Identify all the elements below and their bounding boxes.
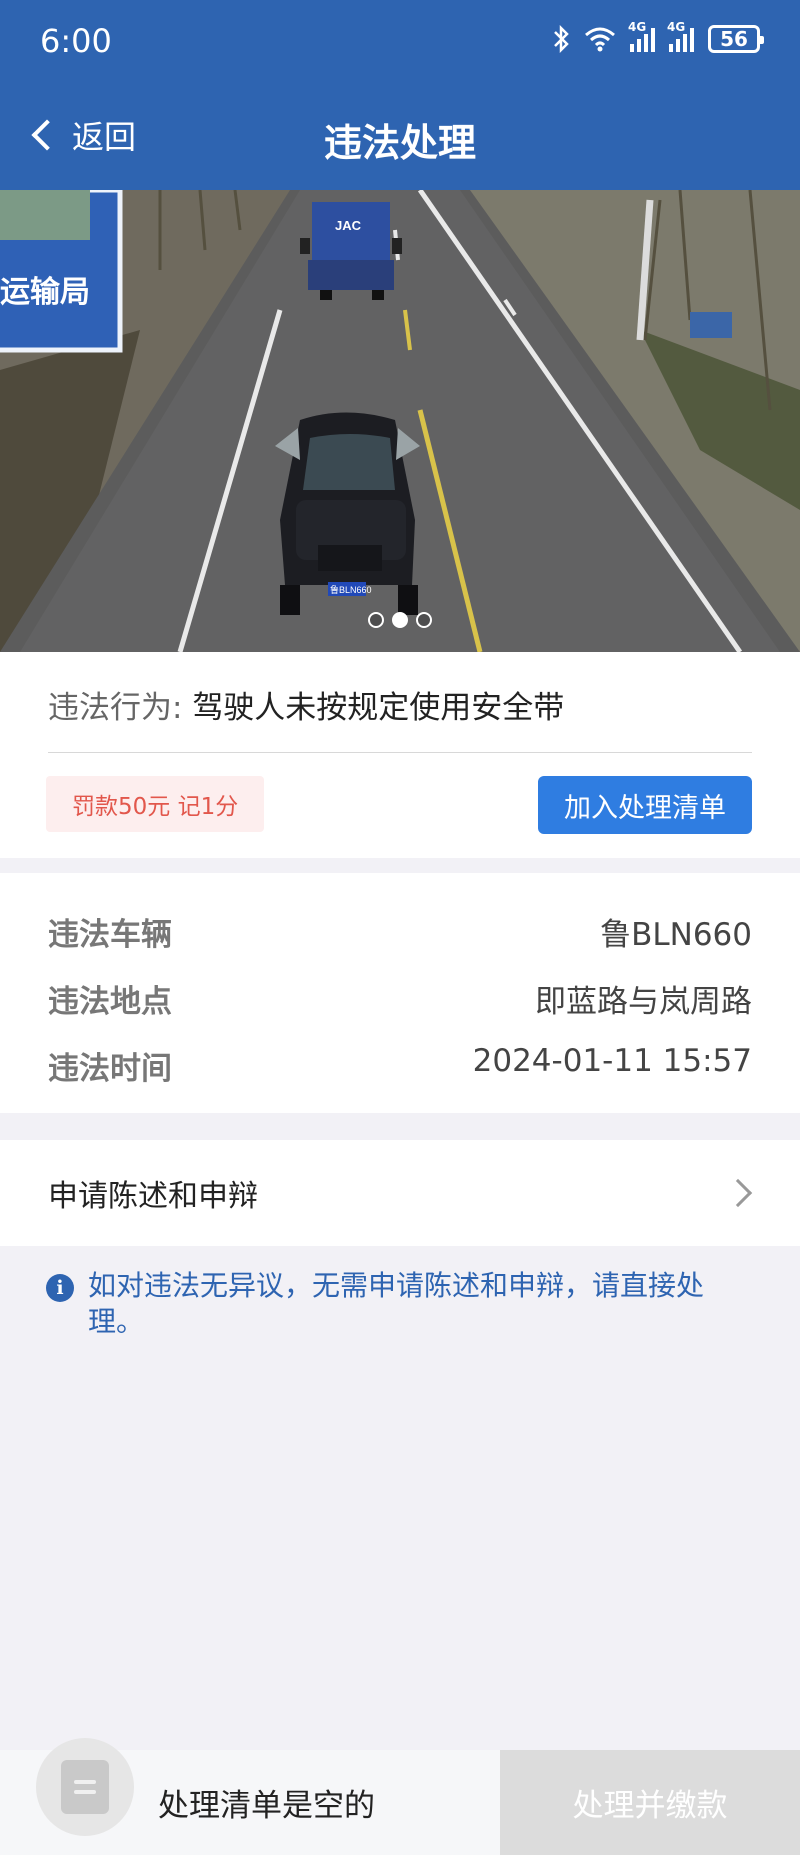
bluetooth-icon — [554, 25, 569, 53]
info-notice: i 如对违法无异议，无需申请陈述和申辩，请直接处理。 — [46, 1268, 756, 1340]
status-icons: 4G 4G 56 — [552, 20, 764, 56]
road-scene-image: 运输局 JAC 鲁BLN660 — [0, 190, 800, 652]
violation-details-card: 违法车辆 鲁BLN660 违法地点 即蓝路与岚周路 违法时间 2024-01-1… — [0, 873, 800, 1113]
behavior-value: 驾驶人未按规定使用安全带 — [192, 690, 565, 726]
list-status-text: 处理清单是空的 — [158, 1788, 375, 1824]
detail-row-vehicle: 违法车辆 鲁BLN660 — [48, 909, 752, 954]
time-label: 违法时间 — [48, 1051, 172, 1087]
list-document-icon — [61, 1760, 109, 1814]
vehicle-label: 违法车辆 — [48, 917, 172, 953]
carousel-dot[interactable] — [368, 612, 384, 628]
process-and-pay-button[interactable]: 处理并缴款 — [500, 1750, 800, 1855]
battery-level: 56 — [720, 27, 748, 51]
appeal-label: 申请陈述和申辩 — [48, 1179, 258, 1214]
add-to-list-button[interactable]: 加入处理清单 — [538, 776, 752, 834]
violation-card: 违法行为: 驾驶人未按规定使用安全带 罚款50元 记1分 加入处理清单 — [0, 652, 800, 858]
battery-icon: 56 — [708, 25, 764, 53]
carousel-dot-active[interactable] — [392, 612, 408, 628]
wifi-icon — [585, 27, 615, 52]
detail-row-time: 违法时间 2024-01-11 15:57 — [48, 1043, 752, 1088]
carousel-dot[interactable] — [416, 612, 432, 628]
processing-list-button[interactable] — [36, 1738, 134, 1836]
chevron-right-icon — [723, 1178, 753, 1208]
info-icon: i — [46, 1274, 74, 1302]
violation-behavior: 违法行为: 驾驶人未按规定使用安全带 — [48, 682, 564, 727]
truck-brand-text: JAC — [335, 218, 362, 233]
cellular-signal-2-icon: 4G — [667, 20, 694, 52]
detail-row-location: 违法地点 即蓝路与岚周路 — [48, 976, 752, 1021]
appeal-row[interactable]: 申请陈述和申辩 — [0, 1140, 800, 1246]
cellular-signal-1-icon: 4G — [628, 20, 655, 52]
sign-text: 运输局 — [0, 276, 90, 309]
time-value: 2024-01-11 15:57 — [472, 1043, 752, 1079]
vehicle-value: 鲁BLN660 — [600, 917, 752, 953]
status-time: 6:00 — [40, 22, 112, 60]
fine-badge: 罚款50元 记1分 — [46, 776, 265, 832]
bottom-bar: 处理清单是空的 处理并缴款 — [0, 1738, 800, 1855]
location-label: 违法地点 — [48, 984, 172, 1020]
car-plate-text: 鲁BLN660 — [330, 584, 372, 595]
notice-text: 如对违法无异议，无需申请陈述和申辩，请直接处理。 — [88, 1269, 705, 1338]
violation-photo[interactable]: 运输局 JAC 鲁BLN660 — [0, 190, 800, 652]
page-title: 违法处理 — [323, 121, 476, 165]
carousel-indicator — [0, 612, 800, 628]
divider — [48, 752, 752, 753]
behavior-label: 违法行为: — [48, 690, 183, 726]
top-bar: 6:00 4G 4G 56 返回 违法处理 — [0, 0, 800, 190]
location-value: 即蓝路与岚周路 — [535, 984, 752, 1020]
